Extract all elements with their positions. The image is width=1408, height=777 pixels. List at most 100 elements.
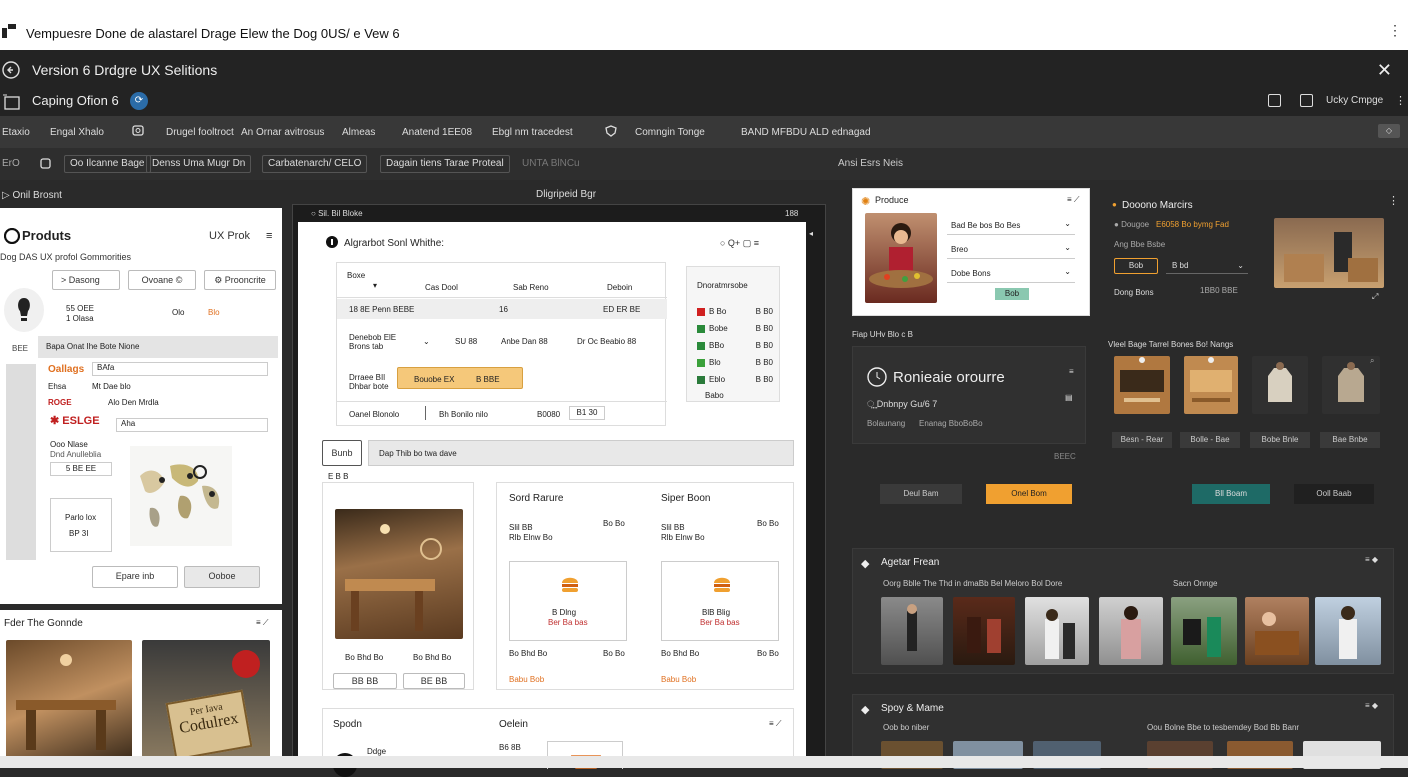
people-section: ◆ Agetar Frean ≡ ◆ Oorg Bblle The Thd in… — [852, 548, 1394, 674]
field-input[interactable]: Aha — [116, 418, 268, 432]
section-sub: Oob bo niber — [883, 723, 930, 732]
tag-icon[interactable] — [40, 157, 52, 172]
toolbar-item[interactable]: Engal Xhalo — [50, 127, 104, 138]
chip-button[interactable]: > Dasong — [52, 270, 120, 290]
close-icon[interactable]: ✕ — [1377, 60, 1392, 81]
expand-icon[interactable] — [1300, 94, 1313, 107]
filter-chip[interactable]: Carbatenarch/ CELO — [262, 155, 368, 173]
compare-product[interactable]: B Dlng Ber Ba bas — [509, 561, 627, 641]
section-menu-icon[interactable]: ≡ ◆ — [1365, 555, 1378, 564]
detail-select[interactable]: B bd ⌄ — [1166, 258, 1248, 274]
compare-link[interactable]: Babu Bob — [661, 675, 696, 684]
filter-chip[interactable]: Oo Ilcanne Bage — [64, 155, 151, 173]
bottom-title: Oelein — [499, 719, 528, 730]
share-icon[interactable]: ⟳ — [130, 92, 148, 110]
expand-icon[interactable]: ⤢ — [1372, 292, 1378, 302]
category-chip[interactable]: Besn - Rear — [1112, 432, 1172, 448]
highlight-cell[interactable]: Bouobe EX B BBE — [397, 367, 523, 389]
collapse-icon[interactable]: ◇ — [1378, 124, 1400, 138]
back-icon[interactable] — [2, 61, 20, 82]
chip-button[interactable]: Ovoane © — [128, 270, 196, 290]
detail-button[interactable]: Bob — [1114, 258, 1158, 274]
app-title: Version 6 Drdgre UX Selitions — [32, 62, 218, 78]
secondary-button[interactable]: Ooboe — [184, 566, 260, 588]
compare-sub: Slil BB — [509, 523, 533, 532]
toolbar-item[interactable]: Etaxio — [2, 127, 30, 138]
produce-select[interactable]: Bad Be bos Bo Bes ⌄ — [947, 215, 1075, 235]
compare-product[interactable]: BlB Blig Ber Ba bas — [661, 561, 779, 641]
toolbar-item[interactable]: Anatend 1EE08 — [402, 127, 472, 138]
search-button[interactable]: Bunb — [322, 440, 362, 466]
scroll-rail[interactable] — [6, 364, 36, 560]
panel-icon[interactable] — [1268, 94, 1281, 107]
product-card[interactable]: Bo Bhd Bo Bo Bhd Bo BB BB BE BB — [322, 482, 474, 690]
compare-link[interactable]: Babu Bob — [509, 675, 544, 684]
produce-select[interactable]: Breo ⌄ — [947, 239, 1075, 259]
people-photo[interactable] — [1025, 597, 1089, 665]
window-menu-icon[interactable]: ⋮ — [1388, 22, 1402, 39]
filter-chip[interactable]: Dagain tiens Tarae Proteal — [380, 155, 510, 173]
gallery-photo[interactable]: Per Iava Codulrex — [142, 640, 270, 761]
legend-row[interactable]: Eblo B B0 — [697, 371, 773, 388]
primary-button[interactable]: Epare inb — [92, 566, 178, 588]
category-photo[interactable] — [1114, 356, 1170, 414]
action-button[interactable]: Deul Bam — [880, 484, 962, 504]
produce-button[interactable]: Bob — [995, 288, 1029, 300]
people-photo[interactable] — [881, 597, 943, 665]
category-chip[interactable]: Bolle - Bae — [1180, 432, 1240, 448]
people-photo[interactable] — [1171, 597, 1237, 665]
canvas-tools[interactable]: ○ Q+ ▢ ≡ — [720, 238, 759, 249]
detail-menu-icon[interactable]: ⋮ — [1388, 194, 1399, 207]
feature-pin-icon[interactable]: ▤ — [1065, 393, 1073, 402]
collapse-arrow-icon[interactable]: ◂ — [809, 229, 813, 238]
card-button[interactable]: BB BB — [333, 673, 397, 689]
toolbar-item[interactable]: An Ornar avitrosus — [241, 127, 324, 138]
people-photo[interactable] — [953, 597, 1015, 665]
filter-chip[interactable]: Denss Uma Mugr Dn — [146, 155, 252, 173]
table-row[interactable]: Drraee BIl Dhbar bote Bouobe EX B BBE — [337, 365, 667, 401]
toolbar-item[interactable]: Comngin Tonge — [635, 127, 705, 138]
shield-icon[interactable] — [605, 125, 617, 140]
feature-menu-icon[interactable]: ≡ — [1069, 367, 1074, 376]
table-row[interactable]: Denebob ElE Brons tab ⌄ SU 88 Anbe Dan 8… — [337, 323, 667, 361]
action-button[interactable]: Ooll Baab — [1294, 484, 1374, 504]
action-button-teal[interactable]: Bll Boam — [1192, 484, 1270, 504]
people-photo[interactable] — [1245, 597, 1309, 665]
breadcrumb[interactable]: ▷ Onil Brosnt — [2, 190, 62, 201]
dropdown-icon[interactable]: ▾ — [373, 281, 377, 290]
toolbar-item[interactable]: BAND MFBDU ALD ednagad — [741, 127, 871, 138]
toolbar-item[interactable]: Ebgl nm tracedest — [492, 127, 573, 138]
category-photo[interactable] — [1252, 356, 1308, 414]
camera-icon[interactable] — [132, 124, 144, 139]
gallery-menu-icon[interactable]: ≡ ⟋ — [256, 618, 269, 628]
legend-row[interactable]: Bobe B B0 — [697, 320, 773, 337]
account-name[interactable]: Ucky Cmpge — [1326, 95, 1383, 106]
action-button-primary[interactable]: Onel Bom — [986, 484, 1072, 504]
legend-row[interactable]: Blo B B0 — [697, 354, 773, 371]
legend-row[interactable]: B Bo B B0 — [697, 303, 773, 320]
category-chip[interactable]: Bae Bnbe — [1320, 432, 1380, 448]
chip-button[interactable]: ⚙ Prooncrite — [204, 270, 276, 290]
search-input[interactable]: Dap Thib bo twa dave — [368, 440, 794, 466]
horizontal-scrollbar[interactable] — [0, 756, 1408, 768]
field-input[interactable]: BAfa — [92, 362, 268, 376]
section-menu-icon[interactable]: ≡ ◆ — [1365, 701, 1378, 710]
account-menu-icon[interactable]: ⋮ — [1395, 94, 1406, 107]
toolbar-item[interactable]: Almeas — [342, 127, 375, 138]
produce-menu-icon[interactable]: ≡ ⟋ — [1067, 195, 1080, 205]
table-row[interactable]: 18 8E Penn BEBE 16 ED ER BE — [337, 299, 667, 319]
legend-row[interactable]: BBo B B0 — [697, 337, 773, 354]
people-photo[interactable] — [1315, 597, 1381, 665]
category-search-icon[interactable]: ⌕ — [1370, 356, 1374, 366]
produce-select[interactable]: Dobe Bons ⌄ — [947, 263, 1075, 283]
menu-icon[interactable]: ≡ — [266, 230, 272, 242]
gallery-photo[interactable] — [6, 640, 132, 760]
bottom-menu-icon[interactable]: ≡ ⟋ — [769, 719, 782, 729]
category-chip[interactable]: Bobe Bnle — [1250, 432, 1310, 448]
table-row[interactable]: Oanel Blonolo Bh Bonilo nilo B0080 B1 30 — [337, 403, 667, 425]
bottom-num: B6 8B — [499, 743, 521, 752]
card-button[interactable]: BE BB — [403, 673, 465, 689]
people-photo[interactable] — [1099, 597, 1163, 665]
toolbar-item[interactable]: Drugel fooltroct — [166, 127, 234, 138]
category-photo[interactable] — [1184, 356, 1238, 414]
